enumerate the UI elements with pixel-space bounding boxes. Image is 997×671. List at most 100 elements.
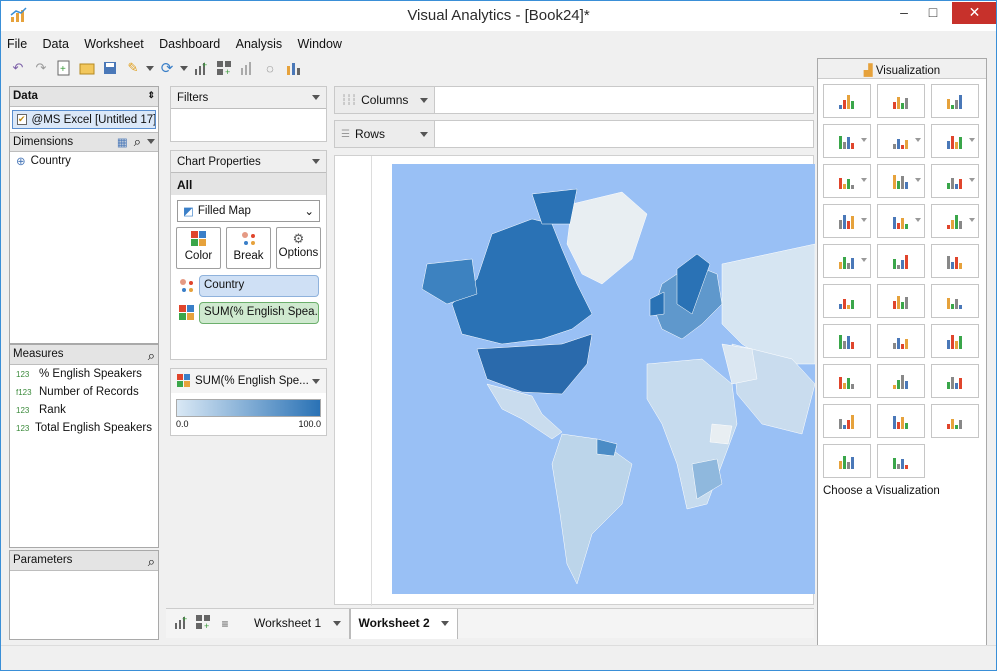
save-icon[interactable] — [100, 58, 120, 78]
refresh-dropdown-icon[interactable] — [180, 58, 188, 78]
bullet-chart-icon[interactable] — [823, 364, 871, 398]
search-icon[interactable]: ⌕ — [148, 348, 155, 363]
color-field-pill[interactable]: SUM(% English Spea... — [199, 302, 319, 324]
chart-properties-dropdown-icon[interactable] — [312, 156, 320, 167]
viz-dropdown-icon[interactable] — [969, 138, 975, 142]
dimension-country[interactable]: ⊕ Country — [10, 152, 158, 170]
gauge-icon[interactable] — [931, 364, 979, 398]
box-plot-icon[interactable] — [931, 324, 979, 358]
histogram-icon[interactable] — [877, 244, 925, 278]
rows-shelf[interactable]: ☰ Rows — [334, 120, 814, 148]
legend-dropdown-icon[interactable] — [312, 374, 320, 388]
tab-worksheet-2[interactable]: Worksheet 2 — [349, 608, 458, 639]
search-icon[interactable]: ⌕ — [134, 134, 141, 150]
wand-dropdown-icon[interactable] — [146, 58, 154, 78]
maximize-button[interactable]: □ — [918, 2, 948, 24]
tree-map-icon[interactable] — [877, 324, 925, 358]
packed-bars-icon[interactable] — [877, 404, 925, 438]
candlestick-icon[interactable] — [877, 444, 925, 478]
radar-chart-icon[interactable] — [931, 404, 979, 438]
measures-header: Measures ⌕ — [10, 345, 158, 365]
area-comparison-icon[interactable] — [931, 204, 979, 238]
refresh-icon[interactable]: ⟳ — [157, 58, 177, 78]
measure-item[interactable]: 123 % English Speakers — [10, 365, 158, 383]
magic-wand-icon[interactable]: ✎ — [123, 58, 143, 78]
undo-icon[interactable]: ↶ — [8, 58, 28, 78]
column-chart-icon[interactable] — [823, 444, 871, 478]
new-file-icon[interactable]: + — [54, 58, 74, 78]
add-dashboard-icon[interactable]: + — [214, 58, 234, 78]
close-button[interactable]: ✕ — [952, 2, 997, 24]
filters-dropdown-icon[interactable] — [312, 92, 320, 103]
heat-map-icon[interactable] — [877, 84, 925, 118]
columns-shelf[interactable]: ┆┆┆ Columns — [334, 86, 814, 114]
sort-icon[interactable]: ⇕ — [147, 90, 155, 103]
scatter-plot-icon[interactable] — [931, 244, 979, 278]
visualization-icon: ▟ — [863, 65, 873, 77]
minimize-button[interactable]: – — [889, 2, 919, 24]
tab-dropdown-icon[interactable] — [440, 616, 449, 630]
measure-item[interactable]: 123 Rank — [10, 401, 158, 419]
mountain-chart-icon[interactable] — [823, 404, 871, 438]
filled-map-icon[interactable] — [877, 284, 925, 318]
rows-dropdown-icon[interactable] — [420, 127, 428, 141]
table-view-icon[interactable]: ▦ — [117, 135, 128, 149]
highlight-table-icon[interactable] — [931, 84, 979, 118]
menu-window[interactable]: Window — [292, 34, 348, 54]
search-icon[interactable]: ⌕ — [148, 554, 155, 569]
menu-worksheet[interactable]: Worksheet — [78, 34, 150, 54]
columns-dropdown-icon[interactable] — [420, 93, 428, 107]
viz-dropdown-icon[interactable] — [915, 138, 921, 142]
measure-item[interactable]: f123 Number of Records — [10, 383, 158, 401]
filled-map[interactable] — [392, 164, 815, 594]
add-worksheet-icon[interactable]: + — [170, 614, 192, 633]
donut-chart-icon[interactable] — [823, 324, 871, 358]
dimensions-dropdown-icon[interactable] — [147, 136, 155, 148]
menu-file[interactable]: File — [1, 34, 33, 54]
menu-dashboard[interactable]: Dashboard — [153, 34, 226, 54]
funnel-chart-icon[interactable] — [877, 364, 925, 398]
line-chart-icon[interactable] — [823, 164, 871, 198]
lasso-icon[interactable]: ◌ — [260, 58, 280, 78]
side-by-side-bar-icon[interactable] — [877, 124, 925, 158]
area-chart-icon[interactable] — [823, 204, 871, 238]
stacked-bar-icon[interactable] — [823, 124, 871, 158]
filled-area-icon[interactable] — [823, 244, 871, 278]
viz-dropdown-icon[interactable] — [915, 218, 921, 222]
checkbox-icon[interactable]: ✔ — [17, 114, 27, 125]
datasource-item[interactable]: ✔ @MS Excel [Untitled 17] — [12, 110, 156, 129]
break-button[interactable]: Break — [226, 227, 271, 269]
color-button[interactable]: Color — [176, 227, 221, 269]
chart-type-select[interactable]: ◩ Filled Map ⌄ — [177, 200, 320, 222]
pie-chart-icon[interactable] — [931, 284, 979, 318]
list-icon[interactable]: ≡ — [214, 617, 236, 631]
open-folder-icon[interactable] — [77, 58, 97, 78]
menu-data[interactable]: Data — [37, 34, 75, 54]
symbol-map-icon[interactable] — [823, 284, 871, 318]
tab-dropdown-icon[interactable] — [332, 616, 341, 630]
bar-chart-icon[interactable] — [931, 124, 979, 158]
stacked-area-icon[interactable] — [877, 204, 925, 238]
text-table-icon[interactable] — [823, 84, 871, 118]
discrete-line-icon[interactable] — [931, 164, 979, 198]
measure-item[interactable]: 123 Total English Speakers — [10, 419, 158, 437]
all-marks-label[interactable]: All — [171, 173, 326, 195]
tab-worksheet-1[interactable]: Worksheet 1 — [246, 608, 350, 639]
redo-icon[interactable]: ↷ — [31, 58, 51, 78]
viz-dropdown-icon[interactable] — [861, 218, 867, 222]
toolbar: ↶ ↷ + ✎ ⟳ + + ◌ — [8, 56, 303, 80]
viz-dropdown-icon[interactable] — [861, 178, 867, 182]
viz-dropdown-icon[interactable] — [915, 178, 921, 182]
viz-dropdown-icon[interactable] — [969, 218, 975, 222]
show-me-icon[interactable] — [283, 58, 303, 78]
dual-line-icon[interactable] — [877, 164, 925, 198]
add-worksheet-icon[interactable]: + — [191, 58, 211, 78]
options-button[interactable]: ⚙ Options — [276, 227, 321, 269]
chart-icon[interactable] — [237, 58, 257, 78]
viz-dropdown-icon[interactable] — [969, 178, 975, 182]
add-dashboard-icon[interactable]: + — [192, 614, 214, 633]
viz-dropdown-icon[interactable] — [861, 258, 867, 262]
break-field-pill[interactable]: Country — [199, 275, 319, 297]
viz-dropdown-icon[interactable] — [861, 138, 867, 142]
menu-analysis[interactable]: Analysis — [230, 34, 289, 54]
